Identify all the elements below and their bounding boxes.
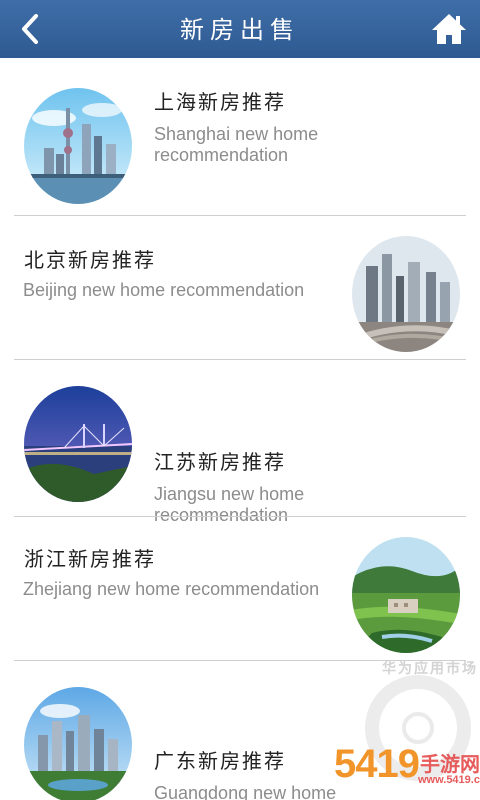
page-title: 新房出售	[180, 16, 300, 44]
item-title-zh: 北京新房推荐	[24, 248, 156, 272]
watermark: 华为应用市场 5419 手游网 www.5419.cn	[320, 650, 480, 800]
item-title-en: Beijing new home recommendation	[23, 280, 305, 300]
top-bar: 新房出售	[0, 0, 480, 58]
watermark-brand-number: 5419	[334, 742, 420, 786]
watermark-brand-text: 手游网	[420, 754, 480, 776]
beijing-skyline-image	[352, 236, 460, 352]
item-title-zh: 浙江新房推荐	[24, 547, 156, 571]
item-title-en: Zhejiang new home recommendation	[23, 579, 320, 599]
list-item-shanghai[interactable]: 上海新房推荐 Shanghai new home recommendation	[0, 58, 480, 208]
list-item-zhejiang[interactable]: 浙江新房推荐 Zhejiang new home recommendation	[0, 517, 480, 667]
item-title-zh: 江苏新房推荐	[154, 450, 286, 474]
item-title-zh: 上海新房推荐	[154, 90, 286, 114]
watermark-url: www.5419.cn	[418, 774, 480, 786]
shanghai-skyline-image	[24, 88, 132, 204]
home-button[interactable]	[428, 8, 470, 50]
item-title-en: Shanghai new home recommendation	[154, 124, 319, 165]
home-icon	[432, 14, 466, 44]
item-title-zh: 广东新房推荐	[154, 749, 286, 773]
jiangsu-bridge-image	[24, 386, 132, 502]
watermark-arc-text: 华为应用市场	[382, 660, 478, 676]
guangdong-city-image	[24, 687, 132, 800]
list-item-jiangsu[interactable]: 江苏新房推荐 Jiangsu new home recommendation	[0, 360, 480, 525]
zhejiang-village-image	[352, 537, 460, 653]
list-item-beijing[interactable]: 北京新房推荐 Beijing new home recommendation	[0, 216, 480, 366]
